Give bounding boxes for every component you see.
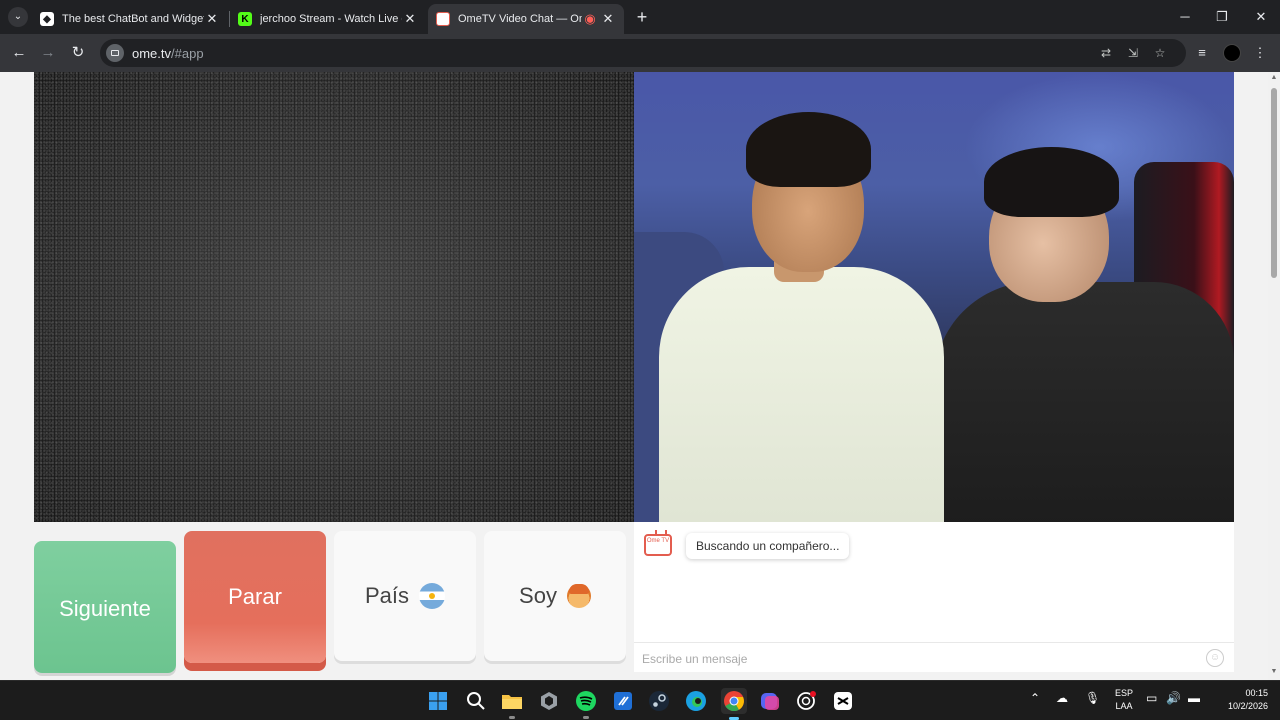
self-camera-video [634, 72, 1234, 522]
stop-button-label: Parar [228, 584, 282, 609]
system-clock[interactable]: 00:15 10/2/2026 [1212, 687, 1268, 713]
edge-browser-icon[interactable] [684, 689, 708, 713]
close-window-button[interactable]: ✕ [1246, 6, 1276, 28]
person-right-shirt [934, 282, 1234, 522]
stop-button[interactable]: Parar [184, 531, 326, 663]
partner-video-static [34, 72, 634, 522]
tab-search-button[interactable]: ⌄ [8, 7, 28, 27]
clock-date: 10/2/2026 [1227, 701, 1268, 711]
gender-selector-button[interactable]: Soy [484, 531, 626, 661]
profile-avatar[interactable] [1223, 44, 1241, 62]
spotify-icon[interactable] [574, 689, 598, 719]
search-icon[interactable] [464, 689, 488, 713]
message-input[interactable] [642, 649, 1202, 669]
show-hidden-icons-icon[interactable]: ⌃ [1030, 691, 1040, 705]
boy-emoji-icon [566, 584, 591, 608]
capcut-icon[interactable] [831, 689, 855, 713]
country-button-label: País [364, 583, 410, 608]
steam-icon[interactable] [647, 689, 671, 713]
network-icon[interactable]: ▭ [1146, 691, 1157, 705]
browser-toolbar: ← → ↻ ome.tv /#app ⇄ ⇲ ☆ ≡ ⋮ [0, 34, 1280, 72]
searching-status-message: Buscando un compañero... [686, 533, 850, 559]
next-button-label: Siguiente [59, 596, 151, 621]
recording-icon: ◉ [584, 11, 596, 26]
maximize-button[interactable]: ❐ [1207, 6, 1237, 28]
start-windows-icon[interactable] [426, 689, 450, 713]
minimize-button[interactable]: ─ [1170, 6, 1200, 28]
input-language-indicator[interactable]: ESP LAA [1112, 687, 1136, 713]
reload-button[interactable]: ↻ [67, 42, 89, 64]
chat-panel: Ome TV Buscando un compañero... ☺ [634, 522, 1234, 672]
windows-taskbar: ⌃ ☁ 🎙 ESP LAA ▭ 🔊 ▬ 00:15 10/2/2026 [0, 680, 1280, 720]
install-app-icon[interactable]: ⇲ [1125, 45, 1141, 61]
country-selector-button[interactable]: País [334, 531, 476, 661]
ometv-favicon-icon [436, 12, 450, 26]
ometv-bot-icon: Ome TV [644, 530, 672, 556]
chatgpt-icon[interactable] [794, 689, 818, 713]
discord-nitro-icon[interactable] [758, 689, 782, 713]
person-left-hair [746, 112, 871, 187]
pen-app-icon[interactable] [611, 689, 635, 713]
running-indicator [509, 716, 515, 719]
volume-icon[interactable]: 🔊 [1166, 691, 1181, 705]
tab-chatbot[interactable]: ◆ The best ChatBot and Widgets ✕ [32, 4, 228, 34]
tab-title: OmeTV Video Chat — Ome [458, 13, 582, 25]
battery-icon[interactable]: ▬ [1188, 691, 1200, 705]
language-code: ESP [1114, 688, 1133, 698]
close-tab-icon[interactable]: ✕ [204, 11, 220, 27]
chatbot-favicon-icon: ◆ [40, 12, 54, 26]
tab-title: The best ChatBot and Widgets [62, 13, 204, 25]
next-button[interactable]: Siguiente [34, 541, 176, 673]
gender-button-label: Soy [519, 583, 557, 608]
close-tab-icon[interactable]: ✕ [402, 11, 418, 27]
keyboard-layout: LAA [1115, 701, 1133, 711]
url-host: ome.tv [132, 45, 172, 61]
clock-time: 00:15 [1245, 688, 1268, 698]
scroll-thumb[interactable] [1271, 88, 1277, 278]
tab-strip: ⌄ ◆ The best ChatBot and Widgets ✕ K jer… [0, 0, 1280, 34]
chat-input-bar: ☺ [634, 642, 1234, 672]
tab-title: jerchoo Stream - Watch Live on [260, 13, 402, 25]
page-scrollbar[interactable]: ▲ ▼ [1268, 72, 1280, 680]
tab-ometv[interactable]: OmeTV Video Chat — Ome ◉ ✕ [428, 4, 624, 34]
forward-button[interactable]: → [37, 42, 59, 64]
kick-favicon-icon: K [238, 12, 252, 26]
new-tab-button[interactable]: + [632, 7, 652, 27]
obs-cube-icon[interactable] [537, 689, 561, 713]
address-bar[interactable]: ome.tv /#app ⇄ ⇲ ☆ [100, 39, 1186, 67]
translate-icon[interactable]: ⇄ [1098, 45, 1114, 61]
microphone-icon[interactable]: 🎙 [1085, 691, 1100, 705]
chrome-icon[interactable] [721, 688, 747, 720]
menu-icon[interactable]: ⋮ [1250, 43, 1270, 63]
site-info-icon[interactable] [106, 44, 124, 62]
file-explorer-icon[interactable] [500, 689, 524, 719]
person-right-hair [984, 147, 1119, 217]
scroll-up-arrow-icon[interactable]: ▲ [1268, 74, 1280, 84]
media-controls-icon[interactable]: ≡ [1192, 43, 1212, 63]
tab-kick-stream[interactable]: K jerchoo Stream - Watch Live on ✕ [230, 4, 426, 34]
emoji-picker-icon[interactable]: ☺ [1206, 649, 1224, 667]
url-path: /#app [171, 45, 204, 61]
scroll-down-arrow-icon[interactable]: ▼ [1268, 668, 1280, 678]
bookmark-star-icon[interactable]: ☆ [1152, 45, 1168, 61]
back-button[interactable]: ← [8, 42, 30, 64]
close-tab-icon[interactable]: ✕ [600, 11, 616, 27]
person-left-shirt [659, 267, 944, 522]
argentina-flag-icon [419, 583, 446, 609]
running-indicator [583, 716, 589, 719]
onedrive-cloud-icon[interactable]: ☁ [1056, 691, 1068, 705]
ometv-page: Siguiente Parar País Soy Ome TV Buscando… [0, 72, 1268, 680]
